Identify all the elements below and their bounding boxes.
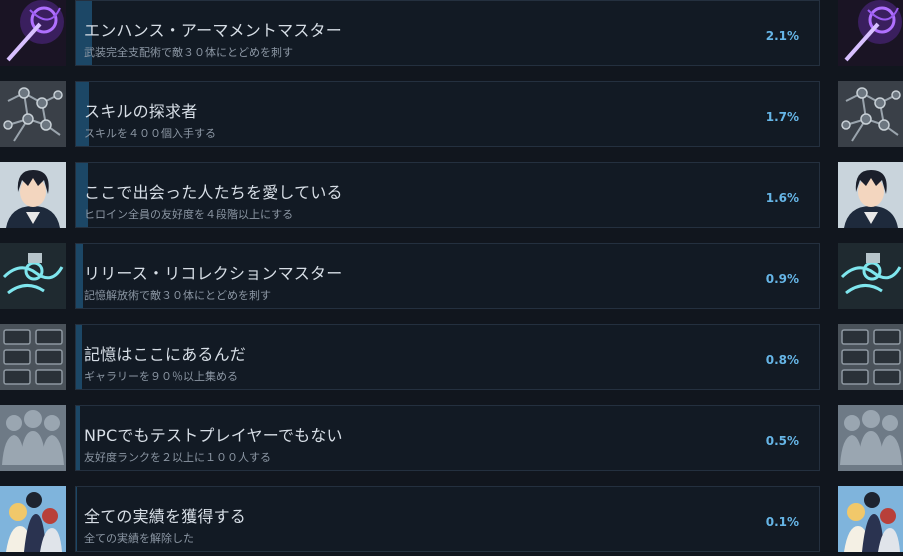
progress-bar <box>76 487 77 551</box>
crowd-silhouettes-icon <box>838 405 903 471</box>
achievement-description: ヒロイン全員の友好度を４段階以上にする <box>84 208 294 221</box>
achievement-title: ここで出会った人たちを愛している <box>84 183 343 202</box>
skill-node-network-icon <box>838 81 903 147</box>
achievement-description: 武装完全支配術で敵３０体にとどめを刺す <box>84 46 293 59</box>
achievement-panel: エンハンス・アーマメントマスター 武装完全支配術で敵３０体にとどめを刺す 2.1… <box>75 0 820 66</box>
achievement-title: 記憶はここにあるんだ <box>84 345 247 364</box>
kirito-portrait-icon <box>838 162 903 228</box>
achievement-row[interactable]: スキルの探求者 スキルを４００個入手する 1.7% <box>0 81 903 151</box>
purple-sword-icon <box>838 0 903 66</box>
skill-node-network-icon <box>0 81 66 147</box>
achievement-row[interactable]: NPCでもテストプレイヤーでもない 友好度ランクを２以上に１００人する 0.5% <box>0 405 903 475</box>
achievement-row[interactable]: エンハンス・アーマメントマスター 武装完全支配術で敵３０体にとどめを刺す 2.1… <box>0 0 903 70</box>
kirito-portrait-icon <box>0 162 66 228</box>
achievement-title: リリース・リコレクションマスター <box>84 264 343 283</box>
cyan-swirl-icon <box>0 243 66 309</box>
crowd-silhouettes-icon <box>0 405 66 471</box>
achievement-percent: 0.9% <box>765 272 799 286</box>
progress-bar <box>76 406 80 470</box>
achievement-row[interactable]: 全ての実績を獲得する 全ての実績を解除した 0.1% <box>0 486 903 556</box>
achievement-row[interactable]: 記憶はここにあるんだ ギャラリーを９０％以上集める 0.8% <box>0 324 903 394</box>
achievement-percent: 0.8% <box>765 353 799 367</box>
purple-sword-icon <box>0 0 66 66</box>
progress-bar <box>76 244 83 308</box>
characters-group-icon <box>0 486 66 552</box>
achievement-title: 全ての実績を獲得する <box>84 507 247 526</box>
achievement-panel: NPCでもテストプレイヤーでもない 友好度ランクを２以上に１００人する 0.5% <box>75 405 820 471</box>
achievement-panel: スキルの探求者 スキルを４００個入手する 1.7% <box>75 81 820 147</box>
achievement-percent: 1.6% <box>765 191 799 205</box>
achievement-title: スキルの探求者 <box>84 102 198 121</box>
gallery-grid-icon <box>838 324 903 390</box>
achievement-percent: 0.5% <box>765 434 799 448</box>
achievement-percent: 0.1% <box>765 515 799 529</box>
achievement-panel: 記憶はここにあるんだ ギャラリーを９０％以上集める 0.8% <box>75 324 820 390</box>
characters-group-icon <box>838 486 903 552</box>
achievement-title: NPCでもテストプレイヤーでもない <box>84 426 343 445</box>
achievement-title: エンハンス・アーマメントマスター <box>84 21 342 40</box>
achievement-description: 友好度ランクを２以上に１００人する <box>84 451 271 464</box>
achievement-description: スキルを４００個入手する <box>84 127 216 140</box>
achievement-panel: リリース・リコレクションマスター 記憶解放術で敵３０体にとどめを刺す 0.9% <box>75 243 820 309</box>
gallery-grid-icon <box>0 324 66 390</box>
cyan-swirl-icon <box>838 243 903 309</box>
achievement-percent: 1.7% <box>765 110 799 124</box>
achievement-description: ギャラリーを９０％以上集める <box>84 370 238 383</box>
achievement-description: 全ての実績を解除した <box>84 532 194 545</box>
progress-bar <box>76 325 82 389</box>
achievement-row[interactable]: リリース・リコレクションマスター 記憶解放術で敵３０体にとどめを刺す 0.9% <box>0 243 903 313</box>
achievement-panel: 全ての実績を獲得する 全ての実績を解除した 0.1% <box>75 486 820 552</box>
achievement-description: 記憶解放術で敵３０体にとどめを刺す <box>84 289 271 302</box>
achievement-row[interactable]: ここで出会った人たちを愛している ヒロイン全員の友好度を４段階以上にする 1.6… <box>0 162 903 232</box>
achievement-percent: 2.1% <box>765 29 799 43</box>
achievement-panel: ここで出会った人たちを愛している ヒロイン全員の友好度を４段階以上にする 1.6… <box>75 162 820 228</box>
